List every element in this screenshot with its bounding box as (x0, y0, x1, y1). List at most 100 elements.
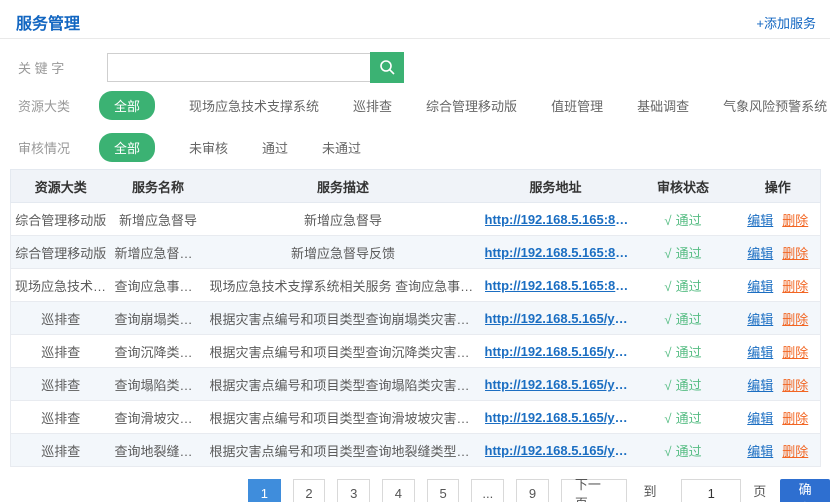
cell-url: http://192.168.5.165/ys... (481, 335, 631, 368)
filter-option-selected[interactable]: 全部 (99, 133, 155, 162)
column-header: 服务地址 (481, 170, 631, 203)
filter-options: 全部 未审核 通过 未通过 (99, 133, 361, 162)
cell-operations: 编辑删除 (736, 335, 821, 368)
edit-link[interactable]: 编辑 (747, 345, 773, 360)
check-icon: √ (664, 213, 671, 228)
delete-link[interactable]: 删除 (782, 312, 808, 327)
cell-category: 现场应急技术支... (11, 269, 111, 302)
service-management-page: 服务管理 +添加服务 关 键 字 资源大类全部现场应急技术支撑系统巡排查综合管理… (0, 0, 830, 502)
table-row: 综合管理移动版新增应急督导新增应急督导http://192.168.5.165:… (11, 203, 821, 236)
delete-link[interactable]: 删除 (782, 444, 808, 459)
page-button-3[interactable]: 3 (337, 479, 370, 502)
delete-link[interactable]: 删除 (782, 213, 808, 228)
cell-status: √ 通过 (631, 434, 736, 467)
edit-link[interactable]: 编辑 (747, 312, 773, 327)
page-button-5[interactable]: 5 (427, 479, 460, 502)
cell-status: √ 通过 (631, 236, 736, 269)
service-url-link[interactable]: http://192.168.5.165/ys... (485, 344, 631, 359)
cell-category: 综合管理移动版 (11, 236, 111, 269)
filter-option[interactable]: 气象风险预警系统 (723, 96, 827, 115)
filter-option-selected[interactable]: 全部 (99, 91, 155, 120)
table-row: 巡排查查询滑坡灾害点...根据灾害点编号和项目类型查询滑坡坡灾害点的详...ht… (11, 401, 821, 434)
status-badge: √通过 (664, 213, 701, 228)
table-row: 巡排查查询地裂缝类灾...根据灾害点编号和项目类型查询地裂缝类型的灾害...ht… (11, 434, 821, 467)
keyword-label: 关 键 字 (18, 58, 107, 77)
service-url-link[interactable]: http://192.168.5.165/ys... (485, 410, 631, 425)
status-badge: √通过 (664, 279, 701, 294)
filter-option[interactable]: 值班管理 (551, 96, 603, 115)
page-title: 服务管理 (16, 10, 80, 34)
cell-status: √通过 (631, 368, 736, 401)
cell-url: http://192.168.5.165:88... (481, 203, 631, 236)
search-button[interactable] (370, 52, 404, 83)
cell-category: 巡排查 (11, 335, 111, 368)
filter-option[interactable]: 现场应急技术支撑系统 (189, 96, 319, 115)
check-icon: √ (664, 345, 671, 360)
delete-link[interactable]: 删除 (782, 378, 808, 393)
service-url-link[interactable]: http://192.168.5.165:88... (485, 278, 631, 293)
cell-category: 巡排查 (11, 368, 111, 401)
edit-link[interactable]: 编辑 (747, 378, 773, 393)
status-text: 通过 (676, 345, 702, 360)
filter-option[interactable]: 基础调查 (637, 96, 689, 115)
cell-url: http://192.168.5.165/ys... (481, 368, 631, 401)
search-input[interactable] (107, 53, 370, 82)
edit-link[interactable]: 编辑 (747, 411, 773, 426)
check-icon: √ (664, 246, 671, 261)
goto-page-label: 到第 (643, 479, 669, 502)
status-text: 通过 (676, 279, 702, 294)
cell-operations: 编辑删除 (736, 368, 821, 401)
filter-option[interactable]: 未审核 (189, 138, 228, 157)
cell-description: 根据灾害点编号和项目类型查询沉降类灾害点的详... (206, 335, 481, 368)
edit-link[interactable]: 编辑 (747, 246, 773, 261)
filter-option[interactable]: 综合管理移动版 (426, 96, 517, 115)
cell-status: √ 通过 (631, 335, 736, 368)
service-url-link[interactable]: http://192.168.5.165:88... (485, 245, 631, 260)
column-header: 服务名称 (111, 170, 206, 203)
delete-link[interactable]: 删除 (782, 246, 808, 261)
cell-status: √通过 (631, 269, 736, 302)
service-table: 资源大类服务名称服务描述服务地址审核状态操作 综合管理移动版新增应急督导新增应急… (10, 169, 821, 467)
status-badge: √通过 (664, 378, 701, 393)
next-page-button[interactable]: 下一页 (561, 479, 628, 502)
cell-service-name: 查询塌陷类灾害... (111, 368, 206, 401)
status-text: 通过 (676, 246, 702, 261)
table-row: 巡排查查询沉降类的灾...根据灾害点编号和项目类型查询沉降类灾害点的详...ht… (11, 335, 821, 368)
service-url-link[interactable]: http://192.168.5.165/ys... (485, 311, 631, 326)
delete-link[interactable]: 删除 (782, 279, 808, 294)
check-icon: √ (664, 444, 671, 459)
status-text: 通过 (676, 444, 702, 459)
delete-link[interactable]: 删除 (782, 411, 808, 426)
confirm-button[interactable]: 确定 (780, 479, 830, 502)
service-url-link[interactable]: http://192.168.5.165/ys... (485, 377, 631, 392)
edit-link[interactable]: 编辑 (747, 279, 773, 294)
cell-description: 根据灾害点编号和项目类型查询滑坡坡灾害点的详... (206, 401, 481, 434)
status-text: 通过 (676, 378, 702, 393)
page-button-1[interactable]: 1 (248, 479, 281, 502)
edit-link[interactable]: 编辑 (747, 444, 773, 459)
topbar: 服务管理 +添加服务 (0, 0, 830, 39)
cell-operations: 编辑删除 (736, 236, 821, 269)
filter-option[interactable]: 巡排查 (353, 96, 392, 115)
check-icon: √ (664, 312, 671, 327)
column-header: 资源大类 (11, 170, 111, 203)
page-button-4[interactable]: 4 (382, 479, 415, 502)
cell-status: √通过 (631, 203, 736, 236)
cell-category: 综合管理移动版 (11, 203, 111, 236)
cell-operations: 编辑删除 (736, 203, 821, 236)
table-row: 巡排查查询崩塌类型的...根据灾害点编号和项目类型查询崩塌类灾害点的详...ht… (11, 302, 821, 335)
cell-service-name: 新增应急督导反馈 (111, 236, 206, 269)
service-url-link[interactable]: http://192.168.5.165:88... (485, 212, 631, 227)
delete-link[interactable]: 删除 (782, 345, 808, 360)
add-service-button[interactable]: +添加服务 (756, 13, 816, 32)
filter-option[interactable]: 未通过 (322, 138, 361, 157)
cell-operations: 编辑删除 (736, 302, 821, 335)
cell-url: http://192.168.5.165:88... (481, 236, 631, 269)
service-url-link[interactable]: http://192.168.5.165/ys... (485, 443, 631, 458)
filter-option[interactable]: 通过 (262, 138, 288, 157)
page-button-9[interactable]: 9 (516, 479, 549, 502)
goto-page-input[interactable] (681, 479, 741, 502)
edit-link[interactable]: 编辑 (747, 213, 773, 228)
cell-service-name: 新增应急督导 (111, 203, 206, 236)
page-button-2[interactable]: 2 (293, 479, 326, 502)
